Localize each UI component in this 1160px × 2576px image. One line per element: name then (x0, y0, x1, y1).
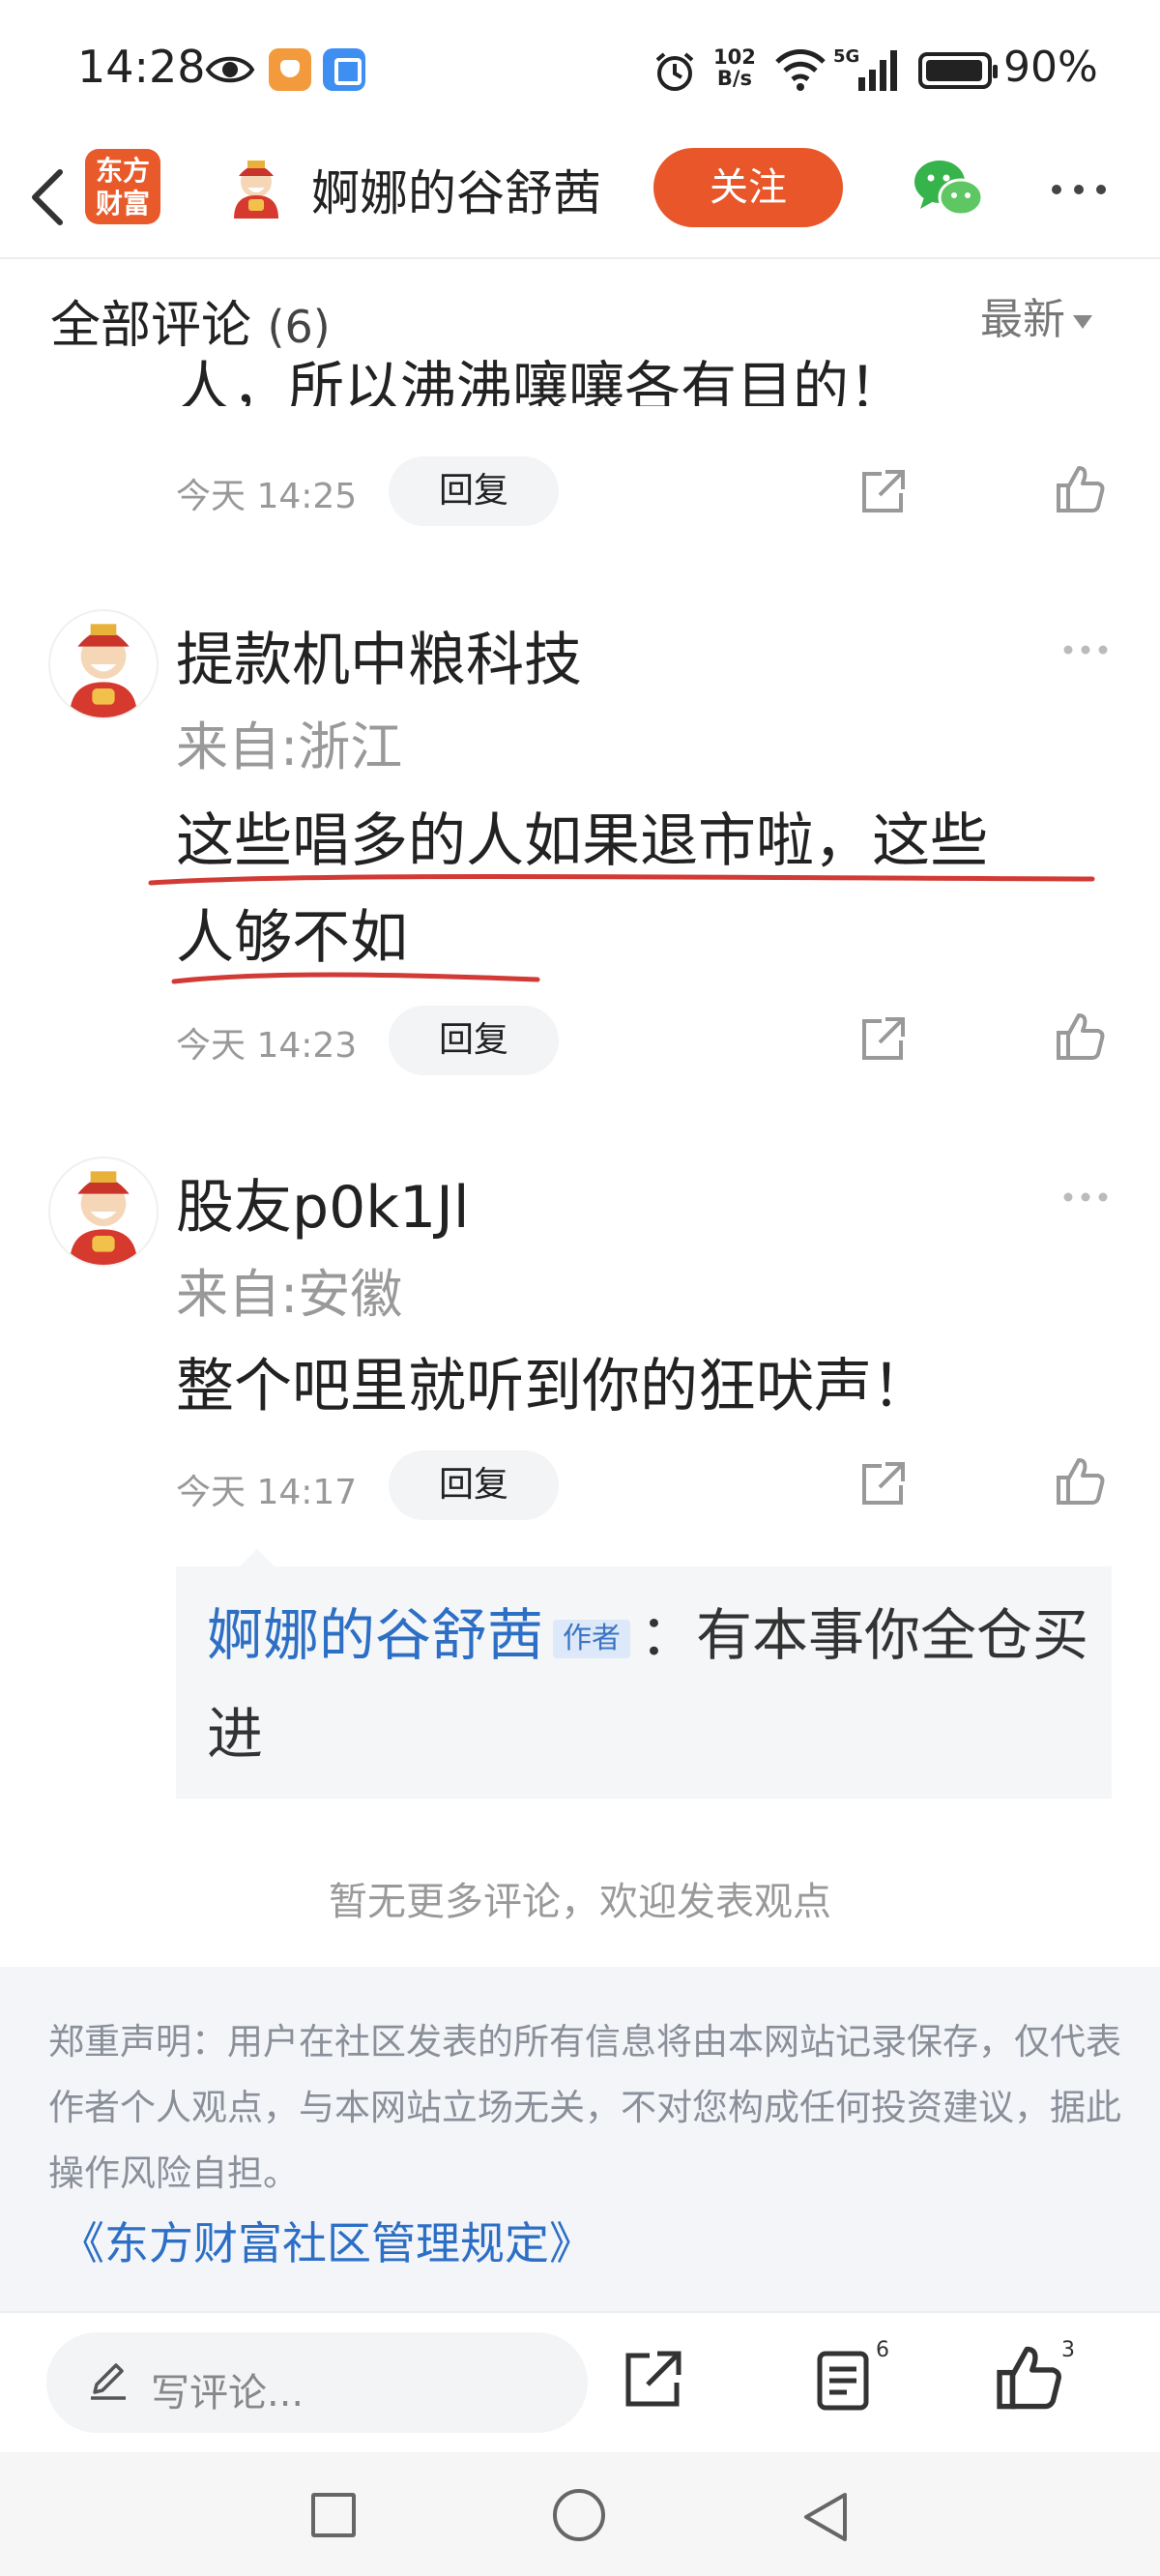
author-reply-text: 婀娜的谷舒茜 作者 ：有本事你全仓买进 (207, 1586, 1096, 1783)
status-time: 14:28 (77, 41, 206, 93)
logo-line2: 财富 (95, 188, 150, 220)
bottom-action-bar: 写评论... 6 3 (0, 2311, 1160, 2452)
author-badge: 作者 (553, 1619, 631, 1658)
reply-button[interactable]: 回复 (389, 1006, 559, 1075)
more-options-icon[interactable] (1049, 182, 1109, 197)
recent-apps-button[interactable] (311, 2493, 356, 2537)
disclaimer-panel: 郑重声明：用户在社区发表的所有信息将由本网站记录保存，仅代表作者个人观点，与本网… (0, 1967, 1160, 2311)
network-type-label: 5G (833, 46, 859, 67)
comment-time: 今天 14:23 (176, 1026, 358, 1066)
thumbs-up-icon[interactable] (1056, 1456, 1106, 1507)
comment-text: 整个吧里就听到你的狂吠声！ (176, 1353, 930, 1420)
commenter-location: 来自:浙江 (176, 717, 403, 777)
battery-icon (918, 52, 998, 89)
logo-line1: 东方 (95, 155, 150, 187)
app-notification-icon (269, 48, 311, 91)
comments-title-text: 全部评论 (50, 297, 252, 355)
caishen-avatar-icon (70, 1171, 137, 1265)
signal-icon: 5G (833, 46, 897, 91)
comment-more-icon[interactable] (1061, 1190, 1110, 1204)
comments-section-title: 全部评论 (6) (50, 284, 331, 357)
commenter-name[interactable]: 股友p0k1Jl (176, 1160, 470, 1244)
network-speed: 102 B/s (713, 46, 756, 89)
share-icon[interactable] (858, 1460, 907, 1508)
alarm-icon (655, 52, 694, 91)
thumbs-up-icon[interactable] (1056, 1011, 1106, 1062)
thumbs-up-icon[interactable] (1056, 464, 1106, 514)
commenter-location: 来自:安徽 (176, 1264, 403, 1325)
reply-bubble-tip (240, 1549, 275, 1566)
comment-placeholder: 写评论... (151, 2371, 304, 2415)
no-more-comments-text: 暂无更多评论，欢迎发表观点 (329, 1880, 831, 1924)
share-icon[interactable] (621, 2348, 684, 2412)
pencil-icon (91, 2363, 126, 2400)
eastmoney-logo[interactable]: 东方 财富 (85, 149, 160, 224)
comments-list-icon[interactable] (814, 2348, 878, 2412)
follow-button[interactable]: 关注 (653, 148, 843, 227)
write-comment-input[interactable]: 写评论... (46, 2332, 588, 2433)
partial-comment-text: 人，所以沸沸嚷嚷各有目的！ (176, 355, 906, 406)
commenter-avatar[interactable] (48, 609, 159, 719)
eye-icon (205, 56, 255, 83)
caishen-avatar-icon (70, 624, 137, 717)
commenter-name[interactable]: 提款机中粮科技 (176, 613, 582, 697)
author-reply-box[interactable]: 婀娜的谷舒茜 作者 ：有本事你全仓买进 (176, 1566, 1112, 1799)
partial-comment-time: 今天 14:25 (176, 477, 358, 516)
community-rules-link[interactable]: 《东方财富社区管理规定》 (60, 2209, 594, 2272)
share-icon[interactable] (858, 468, 907, 516)
home-button[interactable] (553, 2489, 605, 2541)
wifi-icon (775, 49, 826, 91)
reply-button[interactable]: 回复 (389, 1450, 559, 1520)
network-speed-value: 102 (713, 45, 756, 69)
thumbs-up-icon[interactable] (996, 2344, 1063, 2412)
commenter-avatar[interactable] (48, 1156, 159, 1267)
system-back-button[interactable] (798, 2489, 851, 2545)
battery-level: 90% (1003, 43, 1098, 92)
comments-count: (6) (267, 301, 331, 353)
comment-time: 今天 14:17 (176, 1473, 358, 1512)
share-icon[interactable] (858, 1015, 907, 1064)
system-navigation-bar (0, 2452, 1160, 2576)
app-store-icon (323, 48, 365, 91)
comment-count-badge: 6 (876, 2338, 889, 2362)
author-name-title: 婀娜的谷舒茜 (311, 165, 601, 221)
wechat-share-icon[interactable] (913, 159, 986, 220)
network-speed-unit: B/s (716, 67, 753, 90)
sort-label: 最新 (980, 295, 1065, 344)
author-avatar[interactable] (224, 155, 288, 219)
disclaimer-text: 郑重声明：用户在社区发表的所有信息将由本网站记录保存，仅代表作者个人观点，与本网… (48, 2021, 1121, 2194)
top-nav-header: 东方 财富 婀娜的谷舒茜 关注 (0, 145, 1160, 259)
dropdown-arrow-icon (1073, 315, 1092, 329)
comment-more-icon[interactable] (1061, 643, 1110, 657)
back-arrow-icon[interactable] (21, 157, 79, 238)
like-count-badge: 3 (1061, 2338, 1075, 2362)
reply-button[interactable]: 回复 (389, 456, 559, 526)
red-underline-annotation (148, 874, 1095, 984)
sort-dropdown[interactable]: 最新 (980, 284, 1092, 346)
status-bar: 14:28 102 B/s 5G 90% (0, 0, 1160, 145)
reply-author-name[interactable]: 婀娜的谷舒茜 (207, 1602, 543, 1668)
